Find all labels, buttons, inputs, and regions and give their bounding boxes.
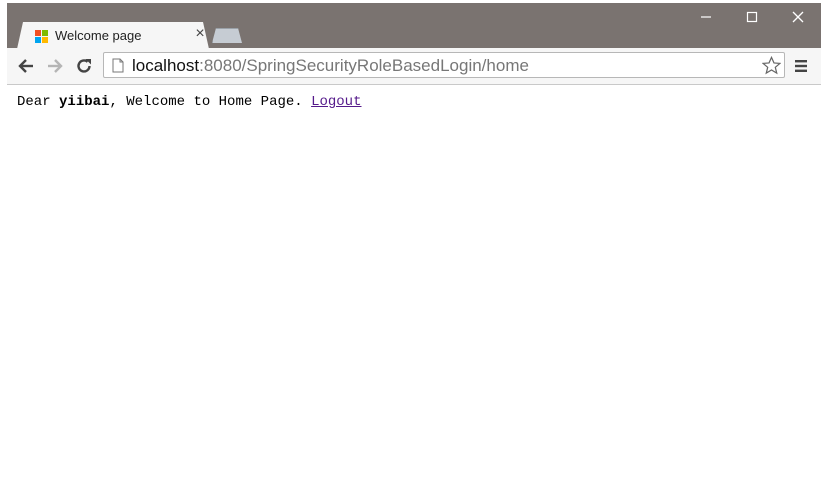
minimize-button[interactable] xyxy=(683,6,729,32)
username: yiibai xyxy=(59,94,110,110)
arrow-right-icon xyxy=(48,59,63,73)
favicon-icon xyxy=(35,30,48,43)
new-tab-button[interactable] xyxy=(212,28,242,43)
forward-button[interactable] xyxy=(42,53,68,79)
greeting-suffix: , Welcome to Home Page. xyxy=(109,94,312,110)
close-icon xyxy=(792,11,804,23)
reload-button[interactable] xyxy=(71,53,97,79)
welcome-message: Dear yiibai, Welcome to Home Page. Logou… xyxy=(17,94,362,110)
address-url: localhost:8080/SpringSecurityRoleBasedLo… xyxy=(132,56,529,76)
reload-icon xyxy=(77,59,91,73)
greeting-prefix: Dear xyxy=(17,94,60,110)
tab-welcome-page[interactable]: Welcome page × xyxy=(17,22,209,49)
browser-window: Welcome page × localhost:8080/SpringSecu… xyxy=(7,3,821,480)
address-bar[interactable]: localhost:8080/SpringSecurityRoleBasedLo… xyxy=(103,52,785,78)
star-icon[interactable] xyxy=(762,56,781,75)
page-content: Dear yiibai, Welcome to Home Page. Logou… xyxy=(7,85,821,480)
arrow-left-icon xyxy=(18,59,33,73)
logout-link[interactable]: Logout xyxy=(311,94,361,110)
minimize-icon xyxy=(701,16,711,18)
maximize-button[interactable] xyxy=(729,6,775,32)
title-bar: Welcome page × xyxy=(7,3,821,49)
maximize-icon xyxy=(746,11,758,23)
tab-title: Welcome page xyxy=(55,28,142,43)
address-host: localhost xyxy=(132,56,200,75)
hamburger-menu-icon[interactable] xyxy=(793,58,809,74)
toolbar: localhost:8080/SpringSecurityRoleBasedLo… xyxy=(7,48,821,85)
address-path: :8080/SpringSecurityRoleBasedLogin/home xyxy=(199,56,529,75)
close-window-button[interactable] xyxy=(775,6,821,32)
back-button[interactable] xyxy=(13,53,39,79)
page-icon xyxy=(112,58,124,73)
tab-close-icon[interactable]: × xyxy=(193,26,207,42)
